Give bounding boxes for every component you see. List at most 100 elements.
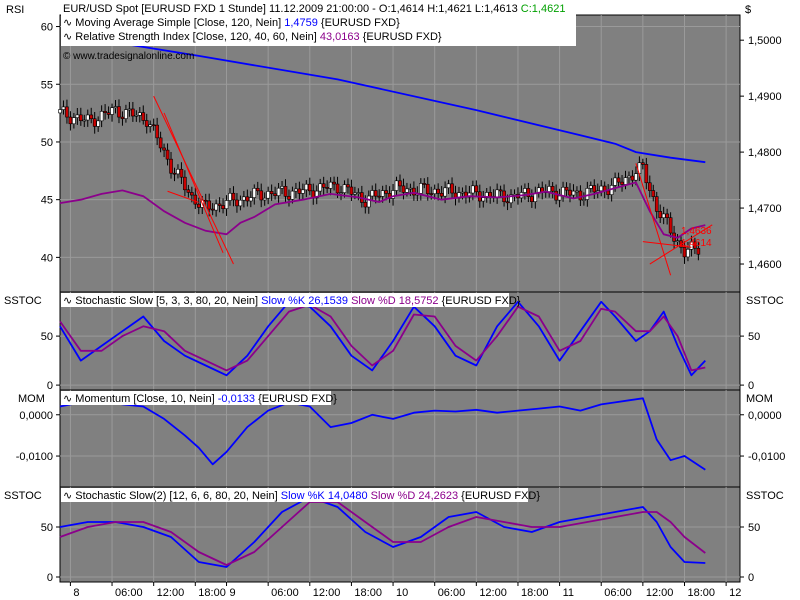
- candle-body: [606, 190, 610, 195]
- candle-body: [370, 190, 375, 197]
- ma-legend: ∿ Moving Average Simple [Close, 120, Nei…: [63, 17, 400, 29]
- chart-canvas: RSI $ 60 55 50 45 40 1,5000 1,4900 1,4800 1,470…: [4, 0, 785, 599]
- candle-body: [675, 240, 680, 243]
- price-tick-label: 1,4600: [748, 259, 782, 271]
- candle-body: [307, 183, 312, 192]
- candle-body: [446, 183, 451, 189]
- candle-body: [460, 191, 465, 194]
- tick-label: 50: [41, 331, 53, 343]
- candle-body: [422, 183, 427, 185]
- candle-body: [495, 189, 499, 198]
- tick-label: -0,0100: [16, 451, 53, 463]
- candle-body: [613, 177, 617, 186]
- instrument-header: EUR/USD Spot [EURUSD FXD 1 Stunde] 11.12…: [63, 3, 565, 15]
- candle-body: [221, 205, 225, 209]
- candle-body: [654, 196, 659, 212]
- candle-body: [141, 112, 146, 121]
- time-tick-label: 18:00: [354, 587, 382, 599]
- candle-body: [245, 196, 250, 202]
- candle-body: [481, 197, 486, 202]
- candle-body: [380, 190, 385, 197]
- candle-body: [641, 162, 645, 165]
- candle-body: [332, 181, 336, 185]
- candle-body: [321, 183, 326, 188]
- candle-body: [276, 187, 281, 196]
- candle-body: [575, 190, 579, 193]
- candle-body: [412, 187, 416, 196]
- rsi-axis-title: RSI: [6, 4, 24, 16]
- candle-body: [58, 109, 62, 114]
- candle-body: [148, 124, 153, 127]
- candle-body: [113, 106, 118, 109]
- candle-body: [280, 186, 284, 189]
- time-tick-label: 06:00: [604, 587, 632, 599]
- candle-body: [304, 183, 309, 191]
- time-tick-label: 06:00: [271, 587, 299, 599]
- candle-body: [665, 213, 669, 218]
- price-tick-label: 1,5000: [748, 35, 782, 47]
- price-label-1: 1,4636: [681, 226, 712, 237]
- candle-body: [651, 190, 656, 197]
- time-tick-label: 12: [729, 587, 741, 599]
- candle-body: [158, 137, 163, 149]
- rsi-tick-label: 55: [41, 79, 53, 91]
- price-label-2: 1,4614: [681, 238, 712, 249]
- candle-body: [644, 164, 649, 184]
- candle-body: [443, 187, 447, 197]
- price-axis-title: $: [745, 4, 751, 16]
- candle-body: [474, 185, 479, 193]
- time-tick-label: 18:00: [687, 587, 715, 599]
- price-tick-label: 1,4700: [748, 203, 782, 215]
- candle-body: [75, 114, 80, 118]
- candle-body: [269, 191, 274, 195]
- candle-body: [471, 185, 475, 194]
- candle-body: [137, 112, 142, 116]
- candle-body: [342, 184, 347, 193]
- tick-label: 0: [748, 380, 754, 392]
- candle-body: [297, 188, 302, 194]
- candle-body: [89, 114, 94, 120]
- candle-body: [592, 185, 597, 193]
- candle-body: [384, 190, 388, 194]
- momentum-right-title: MOM: [746, 393, 773, 405]
- time-tick-label: 06:00: [115, 587, 143, 599]
- candle-body: [131, 108, 135, 117]
- tick-label: 0: [47, 572, 53, 584]
- candle-body: [349, 186, 354, 195]
- candle-body: [169, 158, 173, 174]
- candle-body: [561, 186, 565, 197]
- candle-body: [568, 189, 572, 196]
- time-tick-label: 8: [73, 587, 79, 599]
- candle-body: [408, 187, 413, 190]
- candle-body: [571, 190, 576, 196]
- candle-body: [401, 185, 406, 193]
- time-tick-label: 18:00: [521, 587, 549, 599]
- candle-body: [578, 190, 583, 201]
- time-tick-label: 06:00: [438, 587, 466, 599]
- candle-body: [696, 247, 701, 255]
- candle-body: [231, 192, 236, 201]
- candle-body: [647, 182, 652, 191]
- candle-body: [151, 124, 156, 127]
- candle-body: [155, 124, 159, 139]
- candle-body: [68, 116, 73, 125]
- candle-body: [498, 189, 503, 192]
- candle-body: [273, 193, 277, 196]
- candle-body: [630, 175, 635, 181]
- website-label: © www.tradesignalonline.com: [63, 51, 194, 62]
- price-axis-ticks: 1,5000 1,4900 1,4800 1,4700 1,4600: [740, 35, 782, 271]
- candle-body: [658, 211, 663, 219]
- time-axis: 8 06:00 12:00 18:00 9 06:00 12:00 18:00 10 06:00 1…: [69, 582, 741, 599]
- time-tick-label: 12:00: [479, 587, 507, 599]
- candle-body: [262, 197, 267, 201]
- candle-body: [266, 191, 270, 199]
- candle-body: [523, 188, 527, 193]
- candle-body: [353, 192, 357, 195]
- candle-body: [335, 183, 340, 194]
- candle-body: [432, 188, 437, 195]
- tick-label: 0,0000: [748, 410, 782, 422]
- candle-body: [99, 111, 104, 122]
- candle-body: [627, 175, 631, 178]
- rsi-tick-label: 60: [41, 22, 53, 34]
- candle-body: [176, 168, 180, 175]
